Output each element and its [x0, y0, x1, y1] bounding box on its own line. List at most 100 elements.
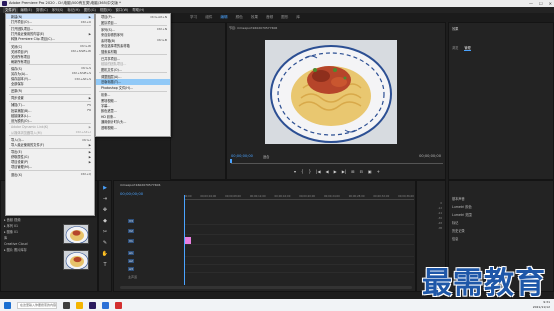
- workspace-tab-graphics[interactable]: 图形: [281, 15, 288, 20]
- workspace-tab-color[interactable]: 颜色: [236, 15, 243, 20]
- workspace-tab-learn[interactable]: 学习: [190, 15, 197, 20]
- new-submenu-item[interactable]: 透明视频...: [96, 124, 170, 130]
- timeline-sequence-tab[interactable]: mmexport1602070577406: [120, 183, 160, 187]
- file-menu-item[interactable]: 全部保存: [6, 81, 94, 86]
- menu-item-label: 搜索素材箱: [101, 49, 117, 54]
- track-lane-v2[interactable]: [184, 227, 414, 235]
- track-lane-v1[interactable]: [184, 237, 414, 245]
- menu-item-label: 项目管理(M)...: [11, 165, 33, 170]
- windows-start-icon[interactable]: [4, 301, 11, 309]
- timeline-timecode[interactable]: 00;00;00;00: [120, 191, 143, 196]
- workspace-tab-libraries[interactable]: 库: [296, 15, 300, 20]
- track-header-v3[interactable]: V3: [128, 217, 184, 225]
- export-frame-button[interactable]: ▣: [368, 169, 372, 174]
- slip-tool-icon[interactable]: ✂: [101, 228, 109, 236]
- panel-list-item[interactable]: Lumetri 颜色: [452, 203, 472, 211]
- file-menu-item[interactable]: 刷新所有项目: [6, 59, 94, 64]
- file-menu-item[interactable]: 项目管理(M)...: [6, 164, 94, 169]
- track-name: V1: [128, 239, 134, 243]
- workspace-tab-audio[interactable]: 音频: [266, 15, 273, 20]
- track-header-v2[interactable]: V2: [128, 227, 184, 235]
- track-lane-a1[interactable]: [184, 249, 414, 257]
- pen-tool-icon[interactable]: ✎: [101, 239, 109, 247]
- new-submenu-item[interactable]: 团队项目...: [96, 19, 170, 25]
- track-header-a2[interactable]: A2: [128, 257, 184, 265]
- panel-list-item[interactable]: 信息: [452, 235, 472, 243]
- play-button[interactable]: ▶: [334, 169, 337, 174]
- new-submenu-item[interactable]: Photoshop 文件(H)...: [96, 85, 170, 90]
- step-back-button[interactable]: ◀: [326, 169, 329, 174]
- panel-list-item[interactable]: Lumetri 范围: [452, 211, 472, 219]
- panel-list-item[interactable]: 标记: [452, 219, 472, 227]
- file-menu-item[interactable]: 设为脱机(O)...: [6, 118, 94, 123]
- panel-list-item[interactable]: 基本声音: [452, 195, 472, 203]
- extract-button[interactable]: ⊟: [360, 169, 363, 174]
- program-scrub-bar[interactable]: [231, 161, 443, 164]
- track-header-v1[interactable]: V1: [128, 237, 184, 245]
- file-menu-item[interactable]: 打开项目(O)... Ctrl+O: [6, 19, 94, 25]
- media-thumbnail[interactable]: [63, 250, 89, 270]
- type-tool-icon[interactable]: T: [101, 261, 109, 269]
- project-item[interactable]: ▸ 图片 照片库存: [4, 247, 27, 253]
- media-thumbnail[interactable]: [63, 224, 89, 244]
- track-select-tool-icon[interactable]: ⇥: [101, 195, 109, 203]
- track-lane-a2[interactable]: [184, 257, 414, 265]
- workspace-tab-assembly[interactable]: 组件: [205, 15, 212, 20]
- step-forward-button[interactable]: ▶|: [342, 169, 346, 174]
- zoom-fit-select[interactable]: 适合: [263, 154, 269, 159]
- program-playhead[interactable]: [230, 159, 232, 163]
- tab-browse[interactable]: 浏览: [452, 45, 458, 51]
- track-header-a3[interactable]: A3: [128, 265, 184, 273]
- task-view-icon[interactable]: [63, 301, 70, 309]
- new-submenu-item[interactable]: 脱机文件(O)...: [96, 67, 170, 72]
- file-menu-item[interactable]: 还原(R): [6, 88, 94, 93]
- timeline-ruler[interactable]: 00;00 00;00;04;00 00;00;08;00 00;00;12;0…: [184, 195, 414, 200]
- premiere-taskbar-icon[interactable]: [89, 301, 96, 309]
- panel-list-item[interactable]: 历史记录: [452, 227, 472, 235]
- close-button[interactable]: ✕: [549, 1, 552, 6]
- lift-button[interactable]: ⊞: [351, 169, 354, 174]
- app-taskbar-icon[interactable]: [115, 301, 122, 309]
- menu-item-shortcut: ▶: [88, 31, 91, 36]
- minimize-button[interactable]: —: [529, 1, 533, 6]
- maximize-button[interactable]: ☐: [539, 1, 543, 6]
- track-lane-v3[interactable]: [184, 217, 414, 225]
- file-menu-item[interactable]: 退出(X) Ctrl+Q: [6, 172, 94, 177]
- mark-in-button[interactable]: {: [301, 169, 304, 174]
- button-editor-button[interactable]: +: [377, 169, 380, 174]
- hand-tool-icon[interactable]: ✋: [101, 250, 109, 258]
- track-header-master[interactable]: 主声道: [128, 273, 184, 281]
- new-submenu-item[interactable]: 搜索素材箱: [96, 48, 170, 54]
- ruler-tick-label: 00;00;36;00: [398, 195, 414, 198]
- add-marker-button[interactable]: ▾: [294, 169, 296, 174]
- razor-tool-icon[interactable]: ◆: [101, 217, 109, 225]
- browser-taskbar-icon[interactable]: [102, 301, 109, 309]
- workspace-tab-effects[interactable]: 效果: [251, 15, 258, 20]
- ripple-edit-tool-icon[interactable]: ✥: [101, 206, 109, 214]
- file-explorer-icon[interactable]: [76, 301, 83, 309]
- track-header-a1[interactable]: A1: [128, 249, 184, 257]
- timeline-playhead[interactable]: [184, 195, 185, 285]
- timeline-scrollbar[interactable]: [120, 286, 412, 289]
- timeline-clip[interactable]: [184, 237, 191, 244]
- menu-item-label: 设为脱机(O)...: [11, 118, 32, 123]
- menu-item-label: 团队项目...: [101, 20, 117, 25]
- file-menu-item[interactable]: 转换 Premiere Clip 项目(C)...: [6, 36, 94, 41]
- file-menu-item[interactable]: 同步设置 ▶: [6, 95, 94, 101]
- go-to-in-button[interactable]: |◀: [316, 169, 320, 174]
- workspace-tab-editing[interactable]: 编辑: [220, 15, 227, 20]
- program-timecode-current[interactable]: 00;00;00;00: [231, 154, 253, 158]
- taskbar-search-input[interactable]: 在这里输入你要搜索的内容: [17, 301, 57, 309]
- tab-manage[interactable]: 管理: [464, 45, 471, 51]
- file-menu-item: 从媒体浏览器导入(M) Ctrl+Alt+I: [6, 130, 94, 135]
- title-bar: Adobe Premiere Pro 2020 - D:\电脑\500有五类\电…: [0, 0, 554, 7]
- file-menu-item[interactable]: 导入最近使用的文件(F) ▶: [6, 142, 94, 148]
- ruler-tick-label: 00;00;28;00: [348, 195, 365, 198]
- window-title: Adobe Premiere Pro 2020 - D:\电脑\500有五类\电…: [9, 1, 121, 5]
- taskbar-clock[interactable]: 9:31 2021/11/12: [533, 300, 550, 310]
- track-name: A1: [128, 251, 134, 255]
- ruler-tick-label: 00;00: [184, 195, 192, 198]
- selection-tool-icon[interactable]: ▶: [101, 184, 109, 192]
- track-lane-a3[interactable]: [184, 265, 414, 273]
- mark-out-button[interactable]: }: [309, 169, 312, 174]
